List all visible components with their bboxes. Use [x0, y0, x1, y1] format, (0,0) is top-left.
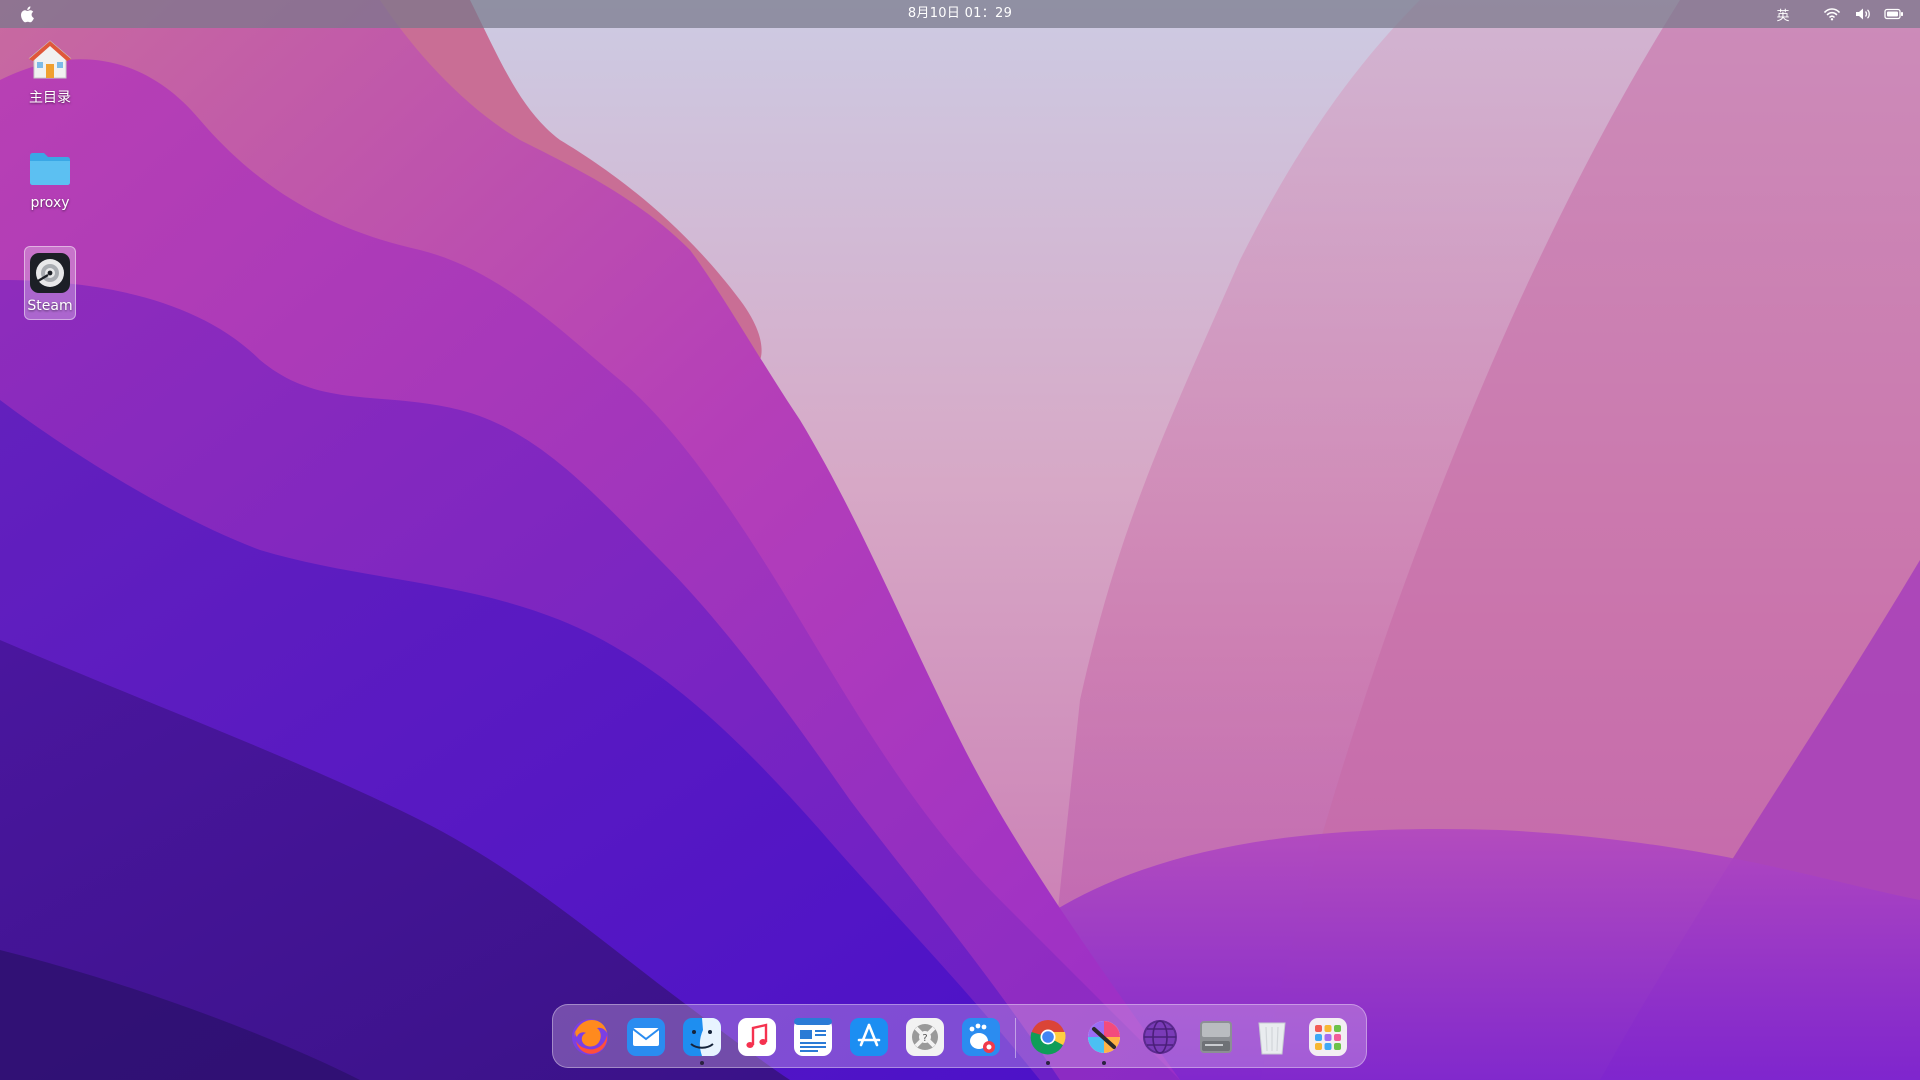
wifi-icon[interactable] [1821, 0, 1843, 28]
app-grid-icon[interactable] [1306, 1015, 1350, 1059]
running-indicator [1102, 1061, 1106, 1065]
wallpaper [0, 0, 1920, 1080]
running-indicator [700, 1061, 704, 1065]
document-editor-icon[interactable] [791, 1015, 835, 1059]
home-folder-icon [28, 40, 72, 79]
running-indicator [1046, 1061, 1050, 1065]
steam-icon [30, 253, 70, 293]
mail-icon[interactable] [624, 1015, 668, 1059]
color-picker-icon[interactable] [1082, 1015, 1126, 1059]
battery-icon[interactable] [1880, 0, 1908, 28]
network-globe-icon[interactable] [1138, 1015, 1182, 1059]
top-menu-bar: 8月10日 01：29 英 [0, 0, 1920, 28]
dock-separator [1015, 1018, 1016, 1058]
gnome-foot-icon[interactable] [959, 1015, 1003, 1059]
clock: 8月10日 01：29 [0, 0, 1920, 28]
clock-text[interactable]: 8月10日 01：29 [908, 6, 1012, 21]
desktop-icon-label: proxy [30, 195, 70, 211]
music-icon[interactable] [735, 1015, 779, 1059]
trash-icon[interactable] [1250, 1015, 1294, 1059]
desktop-icon-home[interactable]: 主目录 [12, 36, 88, 107]
desktop-icon-label: Steam [27, 298, 73, 314]
apple-icon[interactable] [18, 4, 38, 24]
volume-icon[interactable] [1852, 0, 1874, 28]
folder-icon [30, 153, 70, 185]
firefox-icon[interactable] [568, 1015, 612, 1059]
finder-icon[interactable] [680, 1015, 724, 1059]
hard-drive-icon[interactable] [1194, 1015, 1238, 1059]
app-store-icon[interactable] [847, 1015, 891, 1059]
desktop-icon-label: 主目录 [29, 90, 71, 106]
help-lifebuoy-icon[interactable]: ? [903, 1015, 947, 1059]
chrome-icon[interactable] [1026, 1015, 1070, 1059]
desktop-icon-steam[interactable]: Steam [24, 246, 76, 320]
desktop-icon-proxy[interactable]: proxy [12, 144, 88, 211]
desktop[interactable]: 8月10日 01：29 英 主目录 proxy Steam ? [0, 0, 1920, 1080]
input-method-indicator[interactable]: 英 [1772, 0, 1794, 28]
svg-text:?: ? [922, 1033, 927, 1044]
